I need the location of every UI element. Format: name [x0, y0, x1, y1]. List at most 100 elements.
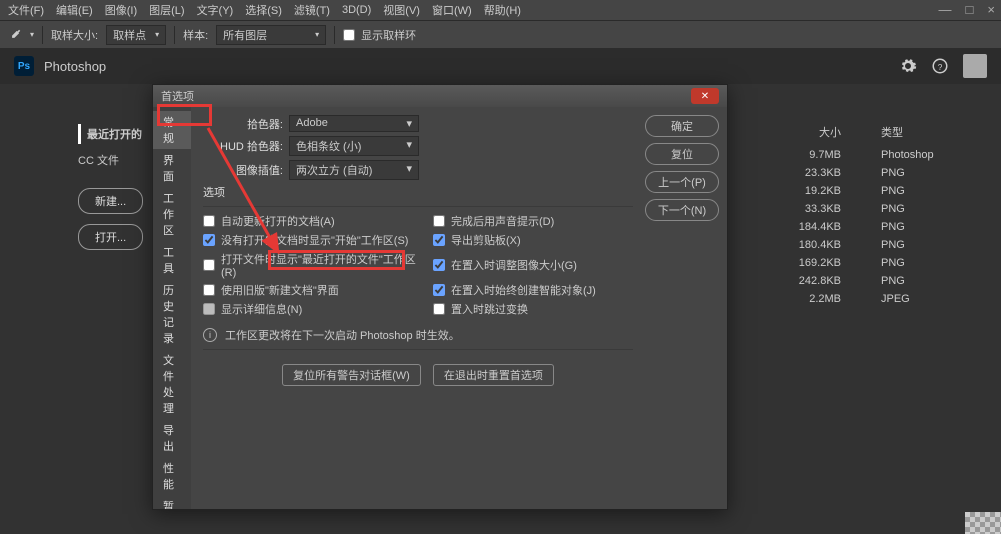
sample-select[interactable]: 所有图层▾	[216, 25, 326, 45]
table-row[interactable]: 23.3KB PNG	[771, 164, 971, 182]
prefs-category-item[interactable]: 工作区	[153, 187, 191, 241]
prefs-category-item[interactable]: 文件处理	[153, 349, 191, 419]
hud-select[interactable]: 色相条纹 (小)▾	[289, 136, 419, 156]
hud-label: HUD 拾色器:	[203, 138, 283, 154]
cell-type: PNG	[881, 275, 971, 287]
info-text: 工作区更改将在下一次启动 Photoshop 时生效。	[225, 327, 460, 343]
menu-3d[interactable]: 3D(D)	[342, 4, 371, 16]
opt-export-clip[interactable]: 导出剪贴板(X)	[433, 232, 633, 248]
picker-select[interactable]: Adobe▾	[289, 115, 419, 132]
col-size: 大小	[771, 124, 841, 140]
menu-type[interactable]: 文字(Y)	[197, 2, 234, 18]
opt-beep[interactable]: 完成后用声音提示(D)	[433, 213, 633, 229]
show-ring-checkbox[interactable]: 显示取样环	[343, 27, 416, 43]
interp-label: 图像插值:	[203, 162, 283, 178]
menu-edit[interactable]: 编辑(E)	[56, 2, 93, 18]
sample-label: 样本:	[183, 27, 208, 43]
prefs-category-item[interactable]: 暂存盘	[153, 495, 191, 509]
ps-logo-icon: Ps	[14, 56, 34, 76]
opt-smart-place[interactable]: 在置入时始终创建智能对象(J)	[433, 282, 633, 298]
cell-size: 184.4KB	[771, 221, 841, 233]
cell-size: 169.2KB	[771, 257, 841, 269]
cell-size: 33.3KB	[771, 203, 841, 215]
table-row[interactable]: 9.7MB Photoshop	[771, 146, 971, 164]
cell-size: 9.7MB	[771, 149, 841, 161]
sample-size-label: 取样大小:	[51, 27, 98, 43]
help-icon[interactable]: ?	[931, 57, 949, 75]
picker-label: 拾色器:	[203, 116, 283, 132]
info-icon: i	[203, 328, 217, 342]
opt-show-recent[interactable]: 打开文件时显示"最近打开的文件"工作区(R)	[203, 251, 423, 279]
interp-select[interactable]: 两次立方 (自动)▾	[289, 160, 419, 180]
cell-size: 23.3KB	[771, 167, 841, 179]
cell-type: Photoshop	[881, 149, 971, 161]
home-panel: 最近打开的 CC 文件 新建... 打开...	[78, 124, 143, 260]
prefs-category-item[interactable]: 常规	[153, 111, 191, 149]
tab-recent[interactable]: 最近打开的	[78, 124, 143, 144]
table-row[interactable]: 33.3KB PNG	[771, 200, 971, 218]
opt-auto-update[interactable]: 自动更新打开的文档(A)	[203, 213, 423, 229]
menu-help[interactable]: 帮助(H)	[484, 2, 521, 18]
table-row[interactable]: 19.2KB PNG	[771, 182, 971, 200]
table-row[interactable]: 242.8KBPNG	[771, 272, 971, 290]
dialog-close-button[interactable]: ✕	[691, 88, 719, 104]
cell-size: 19.2KB	[771, 185, 841, 197]
open-button[interactable]: 打开...	[78, 224, 143, 250]
cell-size: 180.4KB	[771, 239, 841, 251]
options-heading: 选项	[203, 184, 633, 200]
menu-filter[interactable]: 滤镜(T)	[294, 2, 330, 18]
app-bar: Ps Photoshop ?	[0, 48, 1001, 84]
tab-cc-files[interactable]: CC 文件	[78, 150, 143, 170]
reset-button[interactable]: 复位	[645, 143, 719, 165]
table-row[interactable]: 169.2KBPNG	[771, 254, 971, 272]
table-row[interactable]: 180.4KB PNG	[771, 236, 971, 254]
next-button[interactable]: 下一个(N)	[645, 199, 719, 221]
menu-bar: 文件(F) 编辑(E) 图像(I) 图层(L) 文字(Y) 选择(S) 滤镜(T…	[0, 0, 1001, 20]
opt-resize-place[interactable]: 在置入时调整图像大小(G)	[433, 251, 633, 279]
maximize-icon[interactable]: □	[966, 2, 974, 17]
cell-type: JPEG	[881, 293, 971, 305]
reset-on-exit-button[interactable]: 在退出时重置首选项	[433, 364, 554, 386]
table-row[interactable]: 184.4KB PNG	[771, 218, 971, 236]
cell-type: PNG	[881, 185, 971, 197]
pixelated-corner	[965, 512, 1001, 534]
menu-file[interactable]: 文件(F)	[8, 2, 44, 18]
menu-layer[interactable]: 图层(L)	[149, 2, 184, 18]
cell-type: PNG	[881, 221, 971, 233]
minimize-icon[interactable]: —	[939, 2, 952, 17]
dialog-title: 首选项	[161, 88, 194, 104]
opt-no-start[interactable]: 没有打开的文档时显示"开始"工作区(S)	[203, 232, 423, 248]
svg-text:?: ?	[938, 63, 943, 72]
prefs-category-item[interactable]: 历史记录	[153, 279, 191, 349]
menu-view[interactable]: 视图(V)	[383, 2, 420, 18]
ok-button[interactable]: 确定	[645, 115, 719, 137]
opt-skip-transform[interactable]: 置入时跳过变换	[433, 301, 633, 317]
cell-type: PNG	[881, 203, 971, 215]
col-type: 类型	[881, 124, 971, 140]
opt-legacy-new[interactable]: 使用旧版"新建文档"界面	[203, 282, 423, 298]
prefs-category-list: 常规界面工作区工具历史记录文件处理导出性能暂存盘光标透明度与色域单位与标尺参考线…	[153, 107, 191, 509]
menu-image[interactable]: 图像(I)	[105, 2, 137, 18]
prefs-category-item[interactable]: 工具	[153, 241, 191, 279]
table-row[interactable]: 2.2MB JPEG	[771, 290, 971, 308]
sample-size-select[interactable]: 取样点▾	[106, 25, 166, 45]
reset-warnings-button[interactable]: 复位所有警告对话框(W)	[282, 364, 421, 386]
new-button[interactable]: 新建...	[78, 188, 143, 214]
app-title: Photoshop	[44, 59, 106, 74]
cell-type: PNG	[881, 239, 971, 251]
options-bar: ▾ 取样大小: 取样点▾ 样本: 所有图层▾ 显示取样环	[0, 20, 1001, 48]
menu-window[interactable]: 窗口(W)	[432, 2, 472, 18]
gear-icon[interactable]	[899, 57, 917, 75]
prefs-category-item[interactable]: 界面	[153, 149, 191, 187]
preferences-dialog: 首选项 ✕ 常规界面工作区工具历史记录文件处理导出性能暂存盘光标透明度与色域单位…	[152, 84, 728, 510]
prev-button[interactable]: 上一个(P)	[645, 171, 719, 193]
opt-show-info: 显示详细信息(N)	[203, 301, 423, 317]
prefs-category-item[interactable]: 导出	[153, 419, 191, 457]
menu-select[interactable]: 选择(S)	[245, 2, 282, 18]
eyedropper-icon[interactable]	[8, 28, 22, 42]
user-avatar[interactable]	[963, 54, 987, 78]
close-icon[interactable]: ×	[987, 2, 995, 17]
cell-size: 2.2MB	[771, 293, 841, 305]
prefs-category-item[interactable]: 性能	[153, 457, 191, 495]
cell-type: PNG	[881, 167, 971, 179]
